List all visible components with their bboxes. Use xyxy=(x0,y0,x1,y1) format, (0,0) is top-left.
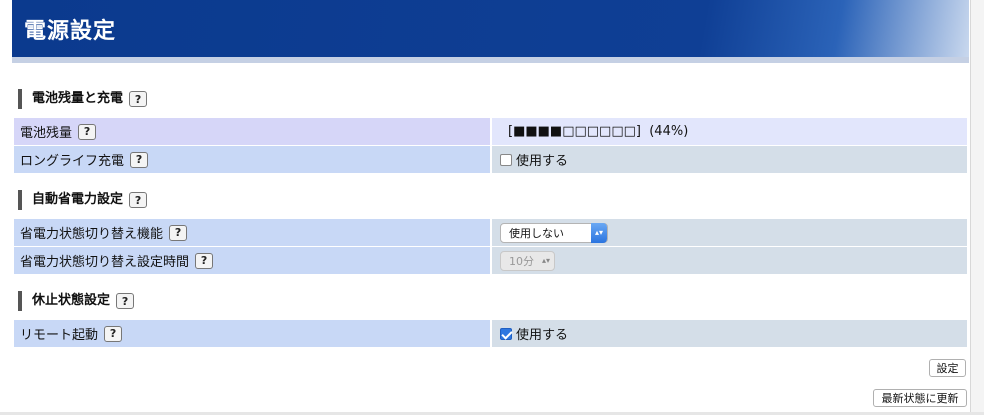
section-title-suspend: 休止状態設定 ? xyxy=(18,291,135,311)
apply-button[interactable]: 設定 xyxy=(929,359,966,377)
row-label: 省電力状態切り替え設定時間 ? xyxy=(14,247,490,274)
help-button[interactable]: ? xyxy=(78,123,97,140)
select-arrows-icon: ▴▾ xyxy=(591,222,607,243)
row-value: 使用する xyxy=(492,146,967,173)
section-title-text: 自動省電力設定 xyxy=(32,192,124,207)
header-underline xyxy=(12,57,969,63)
help-button[interactable]: ? xyxy=(130,151,149,168)
section-title-auto-power: 自動省電力設定 ? xyxy=(18,190,148,210)
longlife-charge-option[interactable]: 使用する xyxy=(516,150,568,169)
row-remote-wake: リモート起動 ? 使用する xyxy=(14,320,967,347)
row-value: 使用しない ▴▾ xyxy=(492,219,967,246)
row-label: 省電力状態切り替え機能 ? xyxy=(14,219,490,246)
help-button[interactable]: ? xyxy=(104,325,123,342)
row-label: リモート起動 ? xyxy=(14,320,490,347)
row-label: ロングライフ充電 ? xyxy=(14,146,490,173)
power-switch-select[interactable]: 使用しない ▴▾ xyxy=(500,222,608,243)
power-switch-time-label: 省電力状態切り替え設定時間 xyxy=(20,255,190,270)
power-switch-selected: 使用しない xyxy=(509,226,564,240)
row-battery-level: 電池残量 ? [■■■■□□□□□□] (44%) xyxy=(14,118,967,145)
remote-wake-checkbox[interactable] xyxy=(500,327,512,340)
help-button[interactable]: ? xyxy=(195,252,214,269)
refresh-button[interactable]: 最新状態に更新 xyxy=(873,389,967,407)
battery-level-label: 電池残量 xyxy=(20,126,73,141)
window: 電源設定 電池残量と充電 ? 電池残量 ? [■■■■□□□□□□] (44%)… xyxy=(0,0,984,415)
row-value: 使用する xyxy=(492,320,967,347)
help-button[interactable]: ? xyxy=(129,91,148,107)
row-power-switch-time: 省電力状態切り替え設定時間 ? 10分 ▴▾ xyxy=(14,247,967,274)
section-title-text: 電池残量と充電 xyxy=(32,91,124,106)
power-switch-time-selected: 10分 xyxy=(509,254,534,268)
help-button[interactable]: ? xyxy=(116,293,135,309)
help-button[interactable]: ? xyxy=(169,224,188,241)
longlife-charge-label: ロングライフ充電 xyxy=(20,154,125,169)
section-title-text: 休止状態設定 xyxy=(32,293,111,308)
row-value: 10分 ▴▾ xyxy=(492,247,967,274)
select-arrows-icon: ▴▾ xyxy=(541,255,551,265)
section-title-battery: 電池残量と充電 ? xyxy=(18,89,148,109)
power-switch-label: 省電力状態切り替え機能 xyxy=(20,227,164,242)
power-switch-time-select: 10分 ▴▾ xyxy=(500,250,555,271)
help-button[interactable]: ? xyxy=(129,192,148,208)
page-header: 電源設定 xyxy=(12,0,969,57)
window-right-edge xyxy=(970,0,984,415)
battery-level-value: [■■■■□□□□□□] (44%) xyxy=(508,124,689,139)
row-longlife-charge: ロングライフ充電 ? 使用する xyxy=(14,146,967,173)
row-label: 電池残量 ? xyxy=(14,118,490,145)
longlife-charge-checkbox[interactable] xyxy=(500,153,512,166)
page-title: 電源設定 xyxy=(24,19,117,44)
remote-wake-label: リモート起動 xyxy=(20,328,99,343)
row-value: [■■■■□□□□□□] (44%) xyxy=(492,118,967,145)
row-power-switch: 省電力状態切り替え機能 ? 使用しない ▴▾ xyxy=(14,219,967,246)
remote-wake-option[interactable]: 使用する xyxy=(516,324,568,343)
